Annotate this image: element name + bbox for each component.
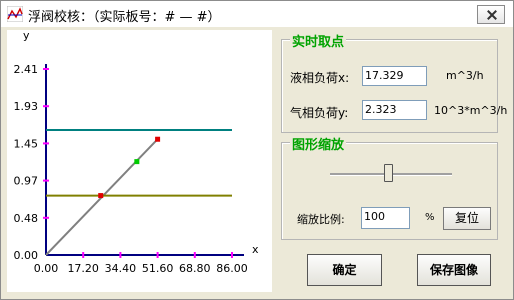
- y-tick-label: 0.48: [14, 212, 39, 225]
- zoom-group: 图形缩放 缩放比例: 100 % 复位: [281, 134, 498, 240]
- x-tick-label: 17.20: [67, 262, 99, 275]
- y-tick-label: 1.45: [14, 137, 39, 150]
- window-title: 浮阀校核：（实际板号：# — #）: [28, 10, 221, 25]
- y-tick-label: 1.93: [14, 100, 39, 113]
- liquid-load-field[interactable]: 17.329: [362, 66, 427, 86]
- chart: x y 0.00 17.20 34.40 51.60 68.80 86.00 0.00 0.48 0…: [14, 29, 260, 275]
- gas-load-field[interactable]: 2.323: [362, 100, 427, 120]
- liquid-load-label: 液相负荷x:: [290, 71, 350, 85]
- x-tick-label: 34.40: [105, 262, 137, 275]
- zoom-group-title: 图形缩放: [290, 134, 347, 153]
- realtime-group: 实时取点 液相负荷x: 17.329 m^3/h 气相负荷y: 2.323 10…: [281, 31, 507, 133]
- close-button[interactable]: [477, 5, 505, 24]
- app-icon: [7, 6, 23, 22]
- title-bar[interactable]: 浮阀校核：（实际板号：# — #）: [1, 1, 513, 27]
- liquid-load-unit: m^3/h: [446, 69, 484, 82]
- zoom-ratio-field[interactable]: 100: [361, 207, 410, 229]
- realtime-group-title: 实时取点: [290, 31, 347, 50]
- data-point-marker: [134, 159, 140, 165]
- reset-button[interactable]: 复位: [443, 207, 491, 230]
- gas-load-unit: 10^3*m^3/h: [434, 104, 508, 117]
- save-image-button[interactable]: 保存图像: [417, 254, 491, 286]
- x-tick-label: 51.60: [142, 262, 174, 275]
- data-point-marker: [98, 193, 104, 199]
- x-axis-label: x: [252, 243, 259, 256]
- gas-load-label: 气相负荷y:: [290, 106, 349, 120]
- zoom-ratio-label: 缩放比例:: [297, 213, 345, 226]
- dialog-window: 浮阀校核：（实际板号：# — #） x y 0.00 17.20 34.40 51.60 6…: [0, 0, 514, 300]
- zoom-percent-sign: %: [425, 212, 435, 223]
- y-tick-label: 0.00: [14, 249, 39, 262]
- y-axis-label: y: [23, 30, 30, 42]
- x-tick-label: 86.00: [216, 262, 248, 275]
- ok-button[interactable]: 确定: [307, 254, 382, 286]
- x-tick-label: 68.80: [179, 262, 211, 275]
- x-tick-label: 0.00: [34, 262, 59, 275]
- y-tick-label: 0.97: [14, 175, 39, 188]
- y-tick-label: 2.41: [14, 63, 39, 76]
- chart-area[interactable]: x y 0.00 17.20 34.40 51.60 68.80 86.00 0.00 0.48 0…: [7, 29, 272, 292]
- zoom-slider-thumb[interactable]: [384, 164, 393, 182]
- data-point-marker: [155, 136, 161, 142]
